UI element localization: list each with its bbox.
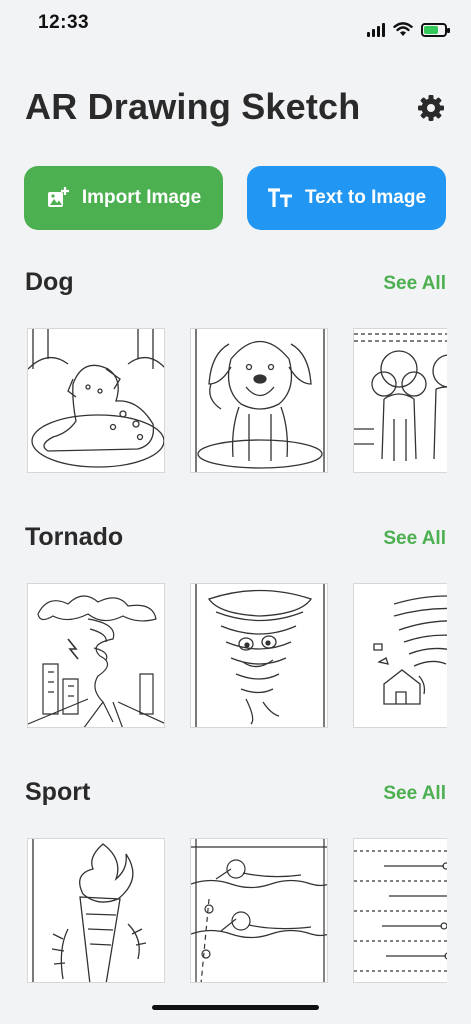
- app-title: AR Drawing Sketch: [25, 86, 361, 127]
- wifi-icon: [393, 22, 413, 36]
- olympic-torch-sketch-image: [32, 839, 147, 982]
- import-image-button[interactable]: Import Image: [24, 166, 223, 230]
- sport-sketch-thumbnail[interactable]: [190, 838, 328, 983]
- sport-thumbnail-row[interactable]: [27, 838, 447, 983]
- status-icons: [367, 22, 450, 37]
- section-title-tornado: Tornado: [25, 523, 124, 551]
- sport-sketch-thumbnail[interactable]: [353, 838, 447, 983]
- section-title-sport: Sport: [25, 778, 91, 806]
- status-time: 12:33: [38, 12, 90, 33]
- text-to-image-label: Text to Image: [304, 187, 427, 208]
- tornado-house-sketch-image: [373, 595, 447, 705]
- puppy-sketch-image: [195, 329, 325, 472]
- home-indicator[interactable]: [152, 1005, 319, 1010]
- poodles-sketch-image: [354, 333, 447, 461]
- see-all-dog-button[interactable]: See All: [383, 273, 446, 295]
- dog-sketch-thumbnail[interactable]: [353, 328, 447, 473]
- dog-sketch-thumbnail[interactable]: [27, 328, 165, 473]
- text-to-image-button[interactable]: Text to Image: [247, 166, 446, 230]
- tornado-thumbnail-row[interactable]: [27, 583, 447, 728]
- swimmers-sketch-image: [191, 839, 327, 982]
- see-all-tornado-button[interactable]: See All: [383, 528, 446, 550]
- dalmatian-sketch-image: [28, 329, 164, 468]
- gear-icon[interactable]: [416, 93, 446, 123]
- see-all-sport-button[interactable]: See All: [383, 783, 446, 805]
- text-size-icon: [267, 188, 292, 207]
- battery-icon: [421, 22, 450, 37]
- dog-thumbnail-row[interactable]: [27, 328, 447, 473]
- cellular-signal-icon: [367, 22, 385, 37]
- cartoon-tornado-sketch-image: [195, 584, 325, 727]
- status-bar: 12:33: [0, 0, 471, 50]
- tornado-sketch-thumbnail[interactable]: [353, 583, 447, 728]
- section-title-dog: Dog: [25, 268, 74, 296]
- tornado-sketch-thumbnail[interactable]: [27, 583, 165, 728]
- dog-sketch-thumbnail[interactable]: [190, 328, 328, 473]
- tornado-sketch-thumbnail[interactable]: [190, 583, 328, 728]
- swim-lanes-sketch-image: [354, 850, 447, 972]
- import-image-label: Import Image: [81, 187, 202, 208]
- add-photo-icon: [47, 187, 69, 207]
- tornado-city-sketch-image: [28, 595, 164, 727]
- sport-sketch-thumbnail[interactable]: [27, 838, 165, 983]
